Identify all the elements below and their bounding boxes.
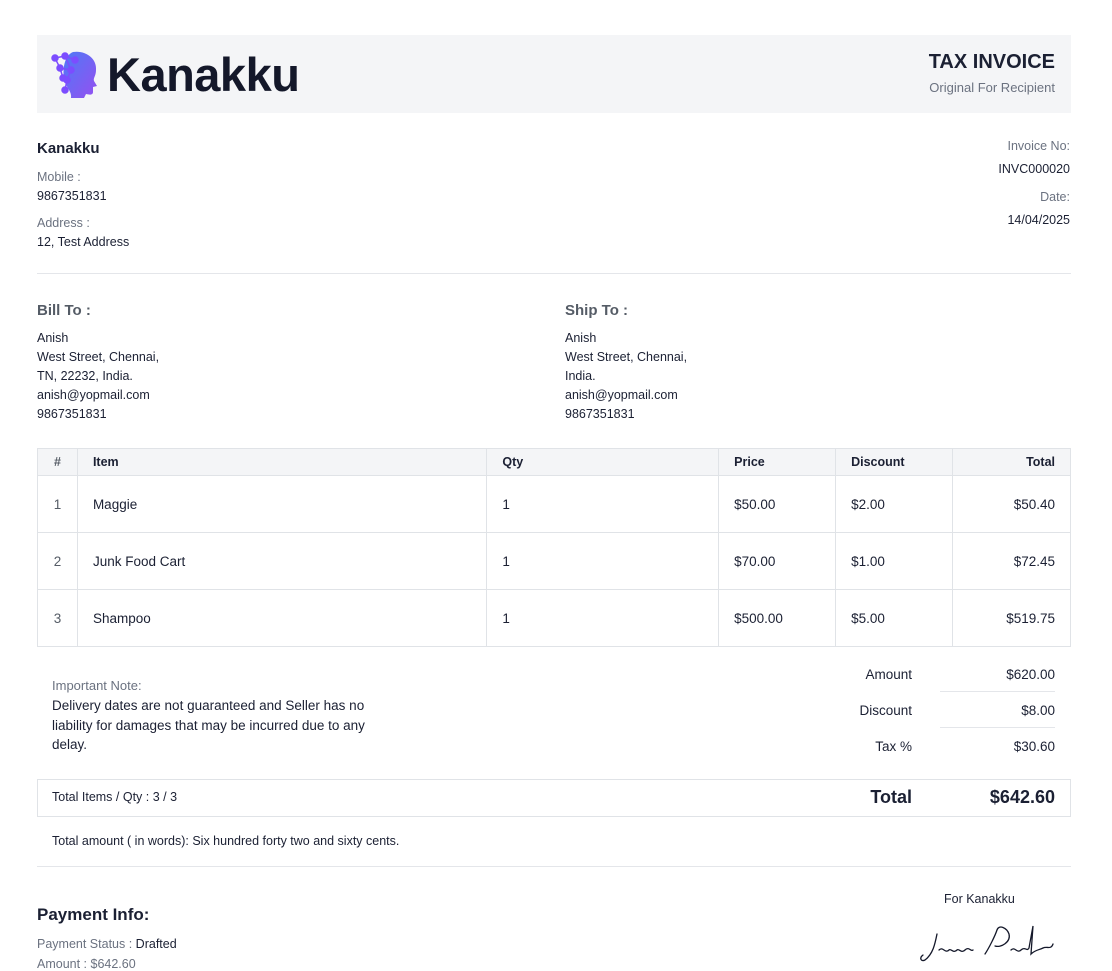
- tax-value: $30.60: [1013, 739, 1055, 754]
- payment-status-row: Payment Status : Drafted: [37, 937, 177, 951]
- summary-discount-value: $8.00: [1021, 703, 1055, 718]
- ship-to-line: India.: [565, 369, 596, 383]
- mobile-value: 9867351831: [37, 189, 107, 203]
- cell-index: 1: [37, 475, 78, 533]
- cell-qty: 1: [486, 475, 720, 533]
- grand-total-label: Total: [870, 787, 912, 807]
- table-row: 1 Maggie 1 $50.00 $2.00 $50.40: [37, 475, 1071, 533]
- column-header-total: Total: [952, 448, 1071, 476]
- for-company-label: For Kanakku: [944, 892, 1015, 906]
- grand-total-value: $642.60: [989, 787, 1055, 807]
- amount-label: Amount: [865, 667, 912, 682]
- cell-index: 2: [37, 532, 78, 590]
- table-header-row: # Item Qty Price Discount Total: [37, 448, 1071, 476]
- amount-in-words: Total amount ( in words): Six hundred fo…: [52, 834, 400, 848]
- bill-to-address: Anish West Street, Chennai, TN, 22232, I…: [37, 329, 159, 424]
- bill-to-title: Bill To :: [37, 302, 91, 319]
- bill-to-line: Anish: [37, 331, 69, 345]
- brain-logo-icon: [51, 51, 97, 98]
- table-row: 3 Shampoo 1 $500.00 $5.00 $519.75: [37, 589, 1071, 647]
- cell-total: $72.45: [952, 532, 1071, 590]
- document-title: TAX INVOICE: [928, 51, 1055, 73]
- ship-to-line: 9867351831: [565, 407, 635, 421]
- document-subtitle: Original For Recipient: [929, 80, 1055, 95]
- address-value: 12, Test Address: [37, 235, 130, 249]
- summary-discount-label: Discount: [859, 703, 912, 718]
- address-label: Address :: [37, 216, 90, 230]
- cell-price: $70.00: [718, 532, 837, 590]
- payment-status-label: Payment Status :: [37, 937, 133, 951]
- brand-name: Kanakku: [107, 48, 300, 101]
- cell-total: $519.75: [952, 589, 1071, 647]
- ship-to-line: anish@yopmail.com: [565, 388, 678, 402]
- cell-price: $50.00: [718, 475, 837, 533]
- bill-to-line: West Street, Chennai,: [37, 350, 160, 364]
- cell-qty: 1: [486, 532, 720, 590]
- ship-to-address: Anish West Street, Chennai, India. anish…: [565, 329, 687, 424]
- cell-item: Maggie: [76, 475, 488, 533]
- cell-qty: 1: [486, 589, 720, 647]
- cell-item: Junk Food Cart: [76, 532, 488, 590]
- table-row: 2 Junk Food Cart 1 $70.00 $1.00 $72.45: [37, 532, 1071, 590]
- cell-discount: $1.00: [835, 532, 954, 590]
- divider: [37, 866, 1071, 867]
- amount-value: $620.00: [1006, 667, 1055, 682]
- seller-name: Kanakku: [37, 140, 100, 157]
- summary-divider: [940, 727, 1055, 728]
- column-header-price: Price: [718, 448, 837, 476]
- column-header-discount: Discount: [835, 448, 954, 476]
- column-header-qty: Qty: [486, 448, 720, 476]
- invoice-number-label: Invoice No:: [1007, 139, 1070, 153]
- total-items-qty: Total Items / Qty : 3 / 3: [52, 790, 178, 804]
- note-label: Important Note:: [52, 678, 142, 693]
- payment-amount-partial: Amount : $642.60: [37, 957, 136, 971]
- tax-label: Tax %: [875, 739, 912, 754]
- bill-to-line: TN, 22232, India.: [37, 369, 133, 383]
- total-bar: [37, 779, 1071, 817]
- invoice-date-label: Date:: [1040, 190, 1070, 204]
- payment-status-value: Drafted: [135, 937, 177, 951]
- bill-to-line: anish@yopmail.com: [37, 388, 150, 402]
- handwritten-signature: [920, 925, 1054, 962]
- bill-to-line: 9867351831: [37, 407, 107, 421]
- ship-to-title: Ship To :: [565, 302, 629, 319]
- divider: [37, 273, 1071, 274]
- cell-discount: $5.00: [835, 589, 954, 647]
- ship-to-line: Anish: [565, 331, 597, 345]
- cell-price: $500.00: [718, 589, 837, 647]
- column-header-index: #: [37, 448, 78, 476]
- cell-index: 3: [37, 589, 78, 647]
- invoice-date: 14/04/2025: [1007, 213, 1070, 227]
- summary-divider: [940, 691, 1055, 692]
- cell-discount: $2.00: [835, 475, 954, 533]
- items-table: # Item Qty Price Discount Total 1 Maggie…: [37, 448, 1071, 647]
- column-header-item: Item: [76, 448, 488, 476]
- cell-item: Shampoo: [76, 589, 488, 647]
- invoice-number: INVC000020: [998, 162, 1070, 176]
- mobile-label: Mobile :: [37, 170, 81, 184]
- cell-total: $50.40: [952, 475, 1071, 533]
- payment-info-title: Payment Info:: [37, 905, 150, 924]
- note-text: Delivery dates are not guaranteed and Se…: [52, 698, 365, 752]
- ship-to-line: West Street, Chennai,: [565, 350, 688, 364]
